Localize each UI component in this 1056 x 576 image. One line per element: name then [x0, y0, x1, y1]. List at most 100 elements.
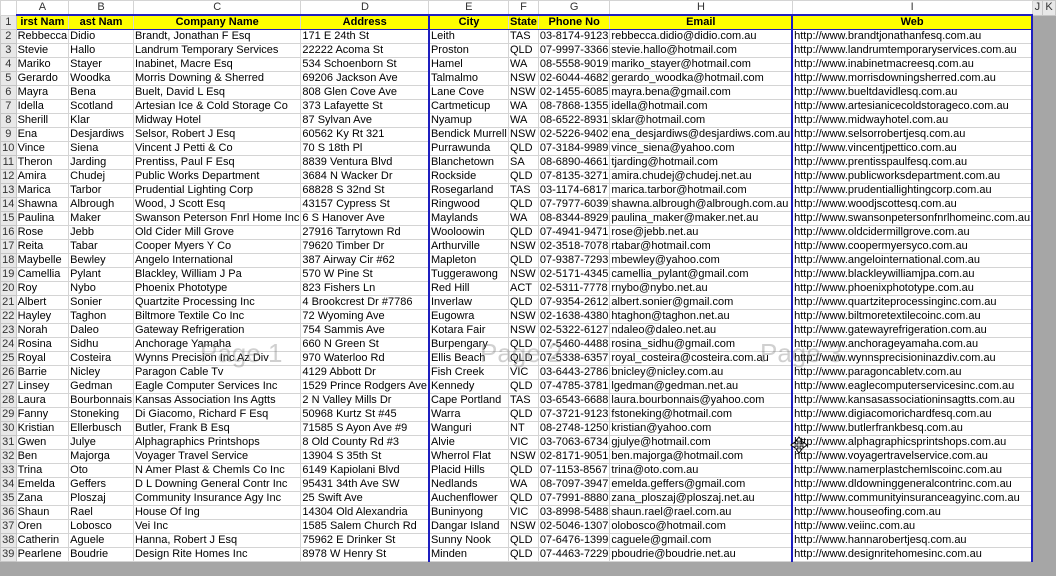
data-cell[interactable]: Inabinet, Macre Esq [132, 57, 302, 72]
data-cell[interactable]: 03-1174-6817 [537, 183, 611, 198]
data-cell[interactable]: 07-5460-4488 [537, 337, 611, 352]
data-cell[interactable]: http://www.anchorageyamaha.com.au [791, 337, 1034, 352]
data-cell[interactable]: 69206 Jackson Ave [300, 71, 430, 86]
data-cell[interactable]: http://www.butlerfrankbesq.com.au [791, 421, 1034, 436]
data-cell[interactable]: http://www.phoenixphototype.com.au [791, 281, 1034, 296]
data-cell[interactable]: NSW [508, 309, 539, 324]
data-cell[interactable]: QLD [508, 169, 539, 184]
data-cell[interactable]: trina@oto.com.au [609, 463, 793, 478]
data-cell[interactable]: 02-5171-4345 [537, 267, 611, 282]
data-cell[interactable]: Swanson Peterson Fnrl Home Inc [132, 211, 302, 226]
row-header[interactable]: 16 [0, 225, 17, 240]
data-cell[interactable]: http://www.angelointernational.com.au [791, 253, 1034, 268]
data-cell[interactable]: 13904 S 35th St [300, 449, 430, 464]
data-cell[interactable]: http://www.voyagertravelservice.com.au [791, 449, 1034, 464]
data-cell[interactable]: http://www.paragoncabletv.com.au [791, 365, 1034, 380]
data-cell[interactable]: Mapleton [427, 253, 509, 268]
data-cell[interactable]: 1529 Prince Rodgers Ave [300, 379, 430, 394]
data-cell[interactable]: 03-7063-6734 [537, 435, 611, 450]
data-cell[interactable]: Stayer [68, 57, 134, 72]
data-cell[interactable]: 22222 Acoma St [300, 43, 430, 58]
data-cell[interactable]: 3684 N Wacker Dr [300, 169, 430, 184]
data-cell[interactable]: Boudrie [68, 547, 134, 562]
header-cell[interactable]: Company Name [132, 14, 302, 30]
data-cell[interactable]: 50968 Kurtz St #45 [300, 407, 430, 422]
data-cell[interactable]: ben.majorga@hotmail.com [609, 449, 793, 464]
row-header[interactable]: 4 [0, 57, 17, 72]
data-cell[interactable]: Burpengary [427, 337, 509, 352]
data-cell[interactable]: 07-9354-2612 [537, 295, 611, 310]
data-cell[interactable]: 08-7868-1355 [537, 99, 611, 114]
row-header[interactable]: 6 [0, 85, 17, 100]
data-cell[interactable]: QLD [508, 253, 539, 268]
data-cell[interactable]: Voyager Travel Service [132, 449, 302, 464]
data-cell[interactable]: vince_siena@yahoo.com [609, 141, 793, 156]
data-cell[interactable]: 72 Wyoming Ave [300, 309, 430, 324]
column-header-i[interactable]: I [791, 0, 1033, 16]
data-cell[interactable]: 07-4463-7229 [537, 547, 611, 562]
row-header[interactable]: 19 [0, 267, 17, 282]
data-cell[interactable]: Old Cider Mill Grove [132, 225, 302, 240]
data-cell[interactable]: N Amer Plast & Chemls Co Inc [132, 463, 302, 478]
data-cell[interactable]: 4129 Abbott Dr [300, 365, 430, 380]
data-cell[interactable]: Kotara Fair [427, 323, 509, 338]
data-cell[interactable]: QLD [508, 351, 539, 366]
column-header-g[interactable]: G [537, 0, 611, 16]
data-cell[interactable]: Rose [15, 225, 70, 240]
data-cell[interactable]: ena_desjardiws@desjardiws.com.au [609, 127, 793, 142]
data-cell[interactable]: Trina [15, 463, 70, 478]
data-cell[interactable]: ACT [508, 281, 539, 296]
data-cell[interactable]: Kennedy [427, 379, 509, 394]
data-cell[interactable]: Woodka [68, 71, 134, 86]
data-cell[interactable]: 75962 E Drinker St [300, 533, 430, 548]
data-cell[interactable]: http://www.oldcidermillgrove.com.au [791, 225, 1034, 240]
data-cell[interactable]: Idella [15, 99, 70, 114]
data-cell[interactable]: Inverlaw [427, 295, 509, 310]
data-cell[interactable]: Sherill [15, 113, 70, 128]
data-cell[interactable]: http://www.brandtjonathanfesq.com.au [791, 29, 1034, 44]
data-cell[interactable]: Reita [15, 239, 70, 254]
column-header-b[interactable]: B [68, 0, 134, 16]
data-cell[interactable]: 02-5311-7778 [537, 281, 611, 296]
data-cell[interactable]: TAS [508, 393, 539, 408]
data-cell[interactable]: 03-8998-5488 [537, 505, 611, 520]
row-header[interactable]: 35 [0, 491, 17, 506]
data-cell[interactable]: Eugowra [427, 309, 509, 324]
data-cell[interactable]: 387 Airway Cir #62 [300, 253, 430, 268]
data-cell[interactable]: Stevie [15, 43, 70, 58]
data-cell[interactable]: Rael [68, 505, 134, 520]
data-cell[interactable]: NSW [508, 85, 539, 100]
column-header-d[interactable]: D [300, 0, 430, 16]
data-cell[interactable]: rose@jebb.net.au [609, 225, 793, 240]
data-cell[interactable]: Vincent J Petti & Co [132, 141, 302, 156]
data-cell[interactable]: Maker [68, 211, 134, 226]
row-header[interactable]: 38 [0, 533, 17, 548]
row-header[interactable]: 29 [0, 407, 17, 422]
data-cell[interactable]: House Of Ing [132, 505, 302, 520]
data-cell[interactable]: Fanny [15, 407, 70, 422]
data-cell[interactable]: marica.tarbor@hotmail.com [609, 183, 793, 198]
data-cell[interactable]: Sunny Nook [427, 533, 509, 548]
data-cell[interactable]: olobosco@hotmail.com [609, 519, 793, 534]
data-cell[interactable]: royal_costeira@costeira.com.au [609, 351, 793, 366]
data-cell[interactable]: Geffers [68, 477, 134, 492]
data-cell[interactable]: stevie.hallo@hotmail.com [609, 43, 793, 58]
data-cell[interactable]: Proston [427, 43, 509, 58]
data-cell[interactable]: Anchorage Yamaha [132, 337, 302, 352]
data-cell[interactable]: 07-6476-1399 [537, 533, 611, 548]
spreadsheet-grid[interactable]: ABCDEFGHIJK 1 irst Nam ast Nam Company Name… [0, 0, 1056, 576]
data-cell[interactable]: http://www.namerplastchemlscoinc.com.au [791, 463, 1034, 478]
data-cell[interactable]: 14304 Old Alexandria [300, 505, 430, 520]
row-header[interactable]: 17 [0, 239, 17, 254]
data-cell[interactable]: Landrum Temporary Services [132, 43, 302, 58]
data-cell[interactable]: Buninyong [427, 505, 509, 520]
data-cell[interactable]: Barrie [15, 365, 70, 380]
data-cell[interactable]: 02-3518-7078 [537, 239, 611, 254]
data-cell[interactable]: 08-7097-3947 [537, 477, 611, 492]
data-cell[interactable]: 02-5322-6127 [537, 323, 611, 338]
data-cell[interactable]: Marica [15, 183, 70, 198]
data-cell[interactable]: Rosina [15, 337, 70, 352]
data-cell[interactable]: WA [508, 57, 539, 72]
header-cell[interactable]: Phone No [537, 14, 611, 30]
data-cell[interactable]: Desjardiws [68, 127, 134, 142]
